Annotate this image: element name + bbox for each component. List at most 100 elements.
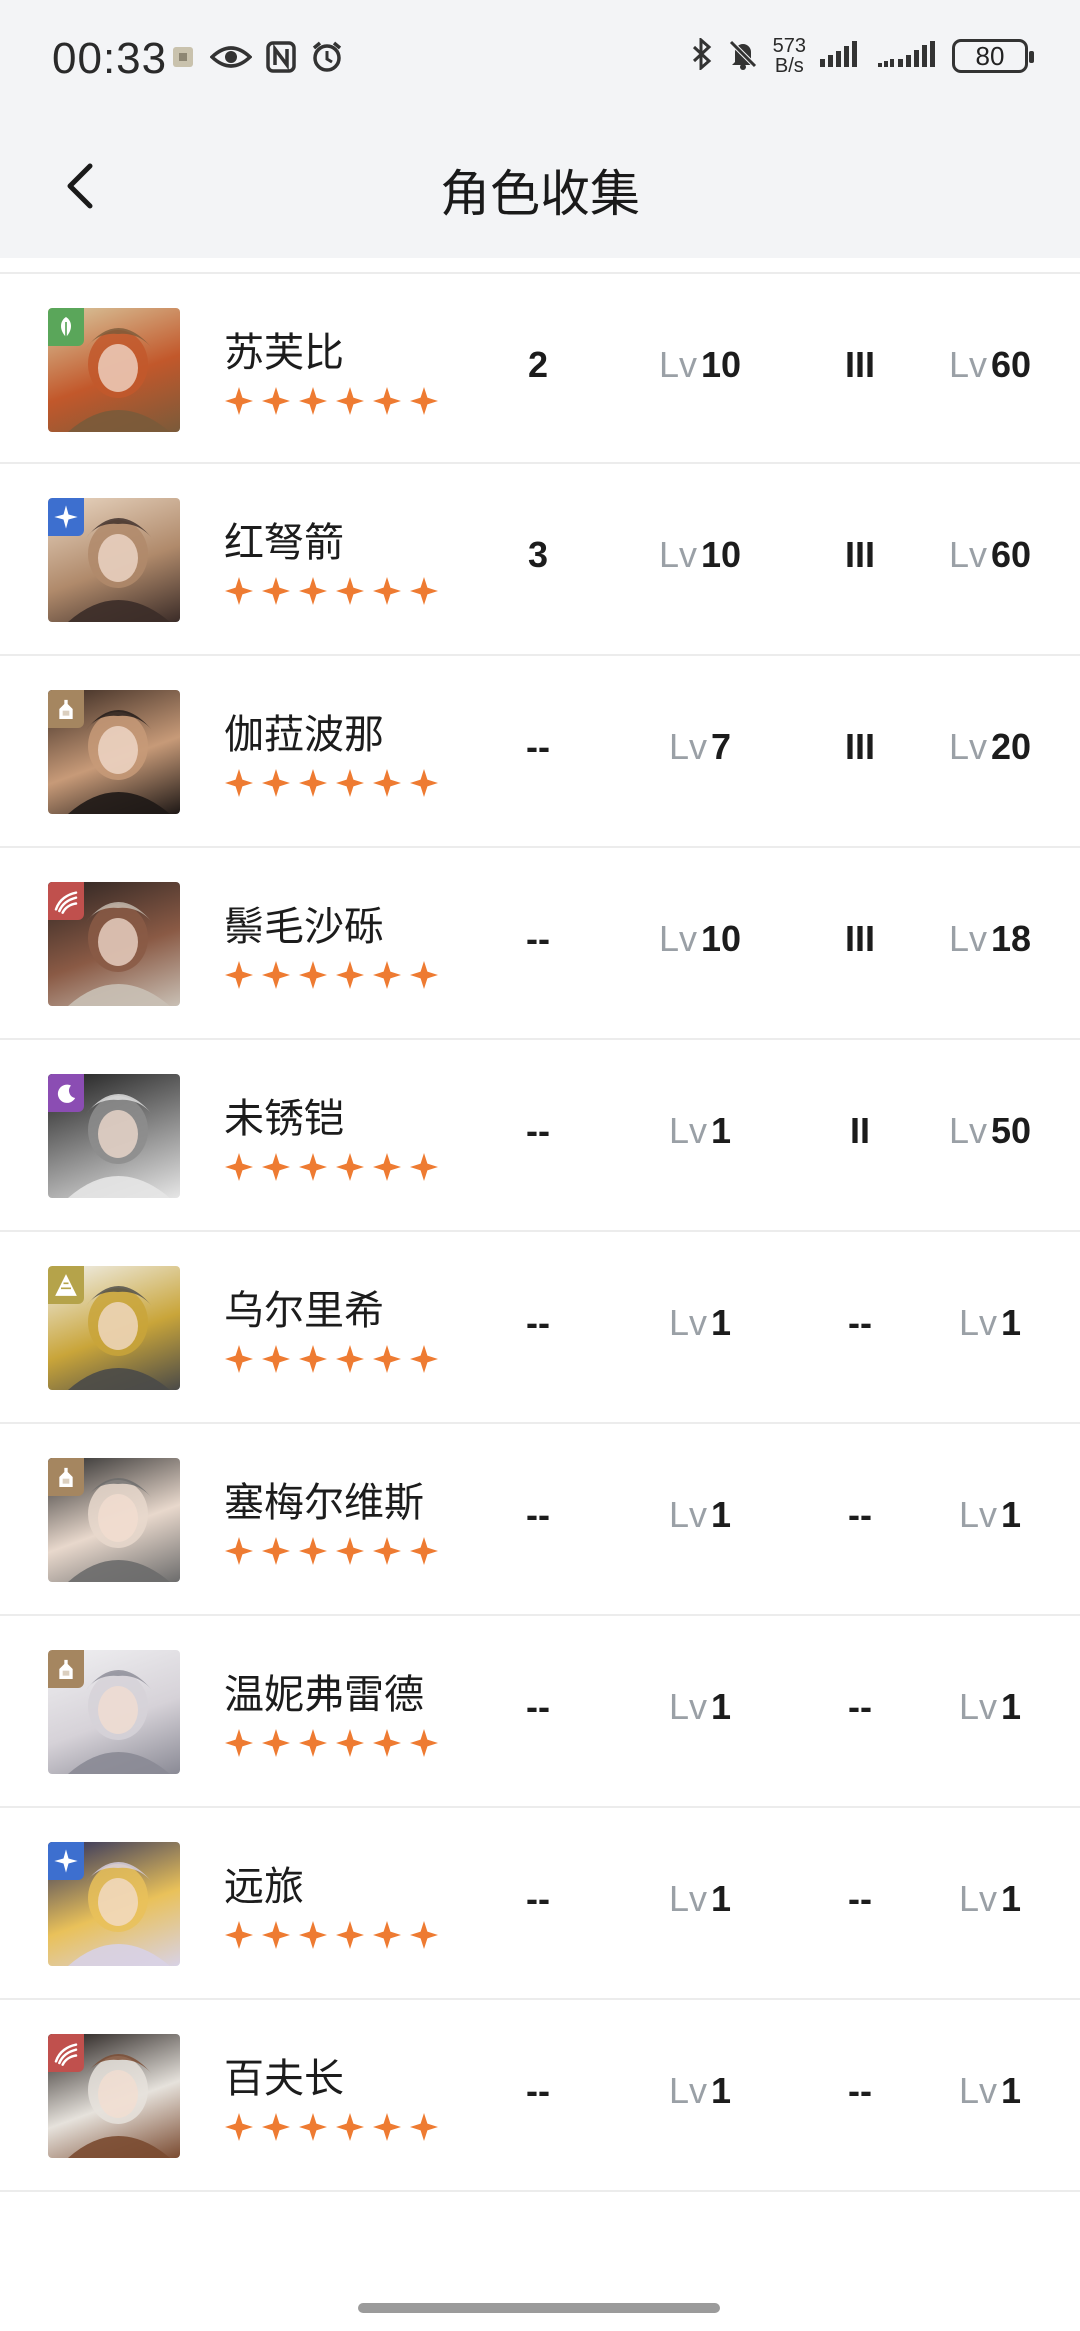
star-icon [262,1729,290,1757]
col-3-value: -- [848,1302,872,1343]
character-avatar [48,1650,180,1774]
character-avatar [48,1074,180,1198]
status-bar: 00:33 573 B/s 80 [0,0,1080,124]
lv-prefix: Lv [958,1302,997,1343]
character-name: 温妮弗雷德 [224,1672,424,1718]
star-icon [373,769,401,797]
lv-prefix: Lv [668,2070,707,2111]
col-2-level: Lv 1 [630,1302,770,1344]
bottle-icon [48,690,84,728]
character-avatar [48,308,180,432]
character-list: 苏芙比 2 Lv 10 III Lv 60 红弩箭 3 Lv 10 III Lv 60 [0,272,1080,2192]
col-3-value: II [849,1110,870,1151]
star-icon [225,387,253,415]
status-right-icons: 573 B/s 80 [691,36,1034,76]
star-icon [336,1921,364,1949]
lv-prefix: Lv [668,1494,707,1535]
signal-icon [820,39,864,73]
star-icon [373,577,401,605]
star-icon [373,387,401,415]
star-icon [299,1921,327,1949]
level-value: 18 [990,918,1032,959]
star-icon [336,387,364,415]
star-icon [336,1153,364,1181]
star-icon [225,961,253,989]
star-icon [225,1345,253,1373]
level-value: 1 [711,2070,732,2111]
star-icon [373,1729,401,1757]
character-row[interactable]: 塞梅尔维斯 -- Lv 1 -- Lv 1 [0,1424,1080,1616]
col-4-level: Lv 1 [930,1878,1050,1920]
status-left-icons [170,40,344,78]
col-4-level: Lv 60 [930,534,1050,576]
level-value: 1 [1001,2070,1022,2111]
star-icon [410,769,438,797]
network-speed: 573 B/s [773,36,806,76]
character-row[interactable]: 红弩箭 3 Lv 10 III Lv 60 [0,464,1080,656]
character-row[interactable]: 百夫长 -- Lv 1 -- Lv 1 [0,2000,1080,2192]
star-icon [410,387,438,415]
star-icon [299,1729,327,1757]
character-name: 红弩箭 [224,520,344,566]
page-title: 角色收集 [440,165,640,223]
col-4-level: Lv 20 [930,726,1050,768]
star-icon [373,1921,401,1949]
star-rating [224,1344,439,1374]
character-row[interactable]: 伽菈波那 -- Lv 7 III Lv 20 [0,656,1080,848]
lv-prefix: Lv [958,1494,997,1535]
col-4-level: Lv 1 [930,2070,1050,2112]
star-rating [224,1920,439,1950]
lv-prefix: Lv [668,1686,707,1727]
col-4-level: Lv 1 [930,1494,1050,1536]
col-2-level: Lv 1 [630,1686,770,1728]
star-sparkle-icon [48,1842,84,1880]
level-value: 1 [711,1110,732,1151]
col-3-value: III [844,344,875,385]
character-row[interactable]: 未锈铠 -- Lv 1 II Lv 50 [0,1040,1080,1232]
star-icon [410,1729,438,1757]
character-row[interactable]: 乌尔里希 -- Lv 1 -- Lv 1 [0,1232,1080,1424]
star-icon [262,1537,290,1565]
star-icon [262,2113,290,2141]
star-icon [262,1345,290,1373]
star-icon [262,961,290,989]
character-row[interactable]: 鬃毛沙砾 -- Lv 10 III Lv 18 [0,848,1080,1040]
col-2-level: Lv 1 [630,1878,770,1920]
lv-prefix: Lv [958,1686,997,1727]
lv-prefix: Lv [948,1110,987,1151]
star-icon [336,1729,364,1757]
star-icon [336,1345,364,1373]
star-icon [410,1345,438,1373]
character-avatar [48,1458,180,1582]
star-icon [225,769,253,797]
star-rating [224,2112,439,2142]
character-name: 远旅 [224,1864,304,1910]
character-row[interactable]: 温妮弗雷德 -- Lv 1 -- Lv 1 [0,1616,1080,1808]
nfc-icon [266,41,296,77]
level-value: 1 [711,1302,732,1343]
col-2-level: Lv 7 [630,726,770,768]
character-row[interactable]: 苏芙比 2 Lv 10 III Lv 60 [0,272,1080,464]
star-icon [336,769,364,797]
character-avatar [48,690,180,814]
star-icon [225,1729,253,1757]
level-value: 1 [1001,1686,1022,1727]
level-value: 60 [990,534,1032,575]
star-icon [225,1921,253,1949]
col-3-value: -- [848,1686,872,1727]
character-avatar [48,1842,180,1966]
star-icon [373,2113,401,2141]
col-1-value: -- [526,2070,550,2111]
star-icon [410,577,438,605]
star-icon [299,1153,327,1181]
level-value: 1 [711,1686,732,1727]
star-rating [224,1728,439,1758]
character-row[interactable]: 远旅 -- Lv 1 -- Lv 1 [0,1808,1080,2000]
lv-prefix: Lv [958,1878,997,1919]
lv-prefix: Lv [668,1302,707,1343]
col-1-value: -- [526,1302,550,1343]
bell-muted-icon [727,38,759,74]
bottle-icon [48,1650,84,1688]
home-indicator[interactable] [358,2303,720,2313]
star-icon [373,1345,401,1373]
